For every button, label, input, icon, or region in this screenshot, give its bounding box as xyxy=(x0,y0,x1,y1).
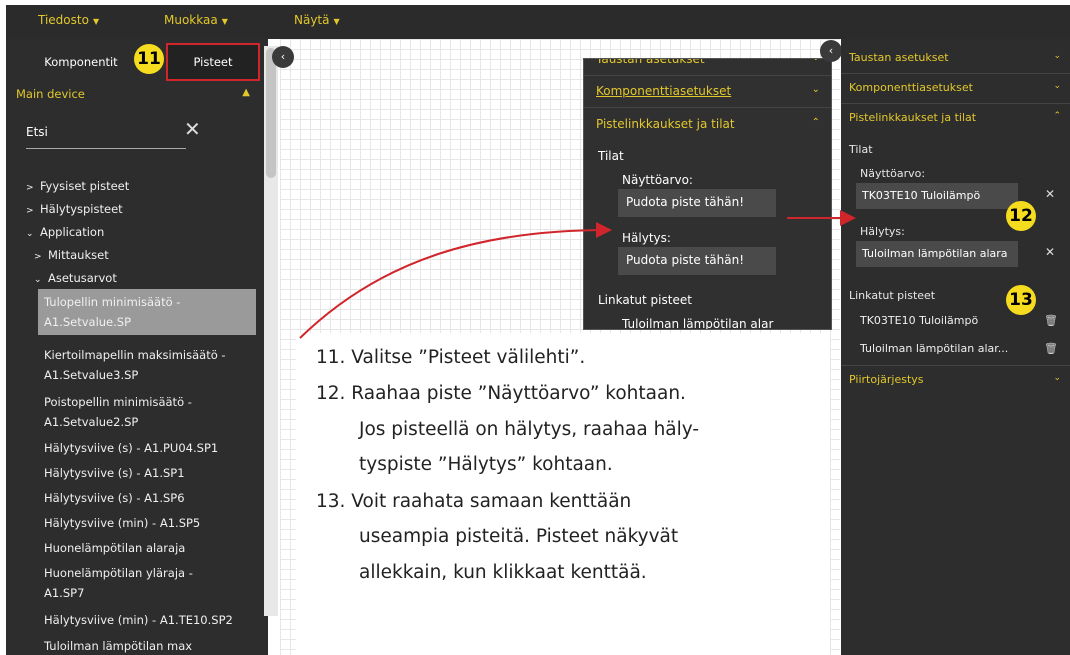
step-badge: 13 xyxy=(1006,285,1036,315)
step-badge: 11 xyxy=(134,44,164,74)
screenshot-root: Tiedosto ▼ Muokkaa ▼ Näytä ▼ Komponentit Pi… xyxy=(0,0,1070,655)
annotation-arrows xyxy=(299,210,856,339)
step-badge: 12 xyxy=(1006,201,1036,231)
drag-arrow xyxy=(299,222,612,339)
